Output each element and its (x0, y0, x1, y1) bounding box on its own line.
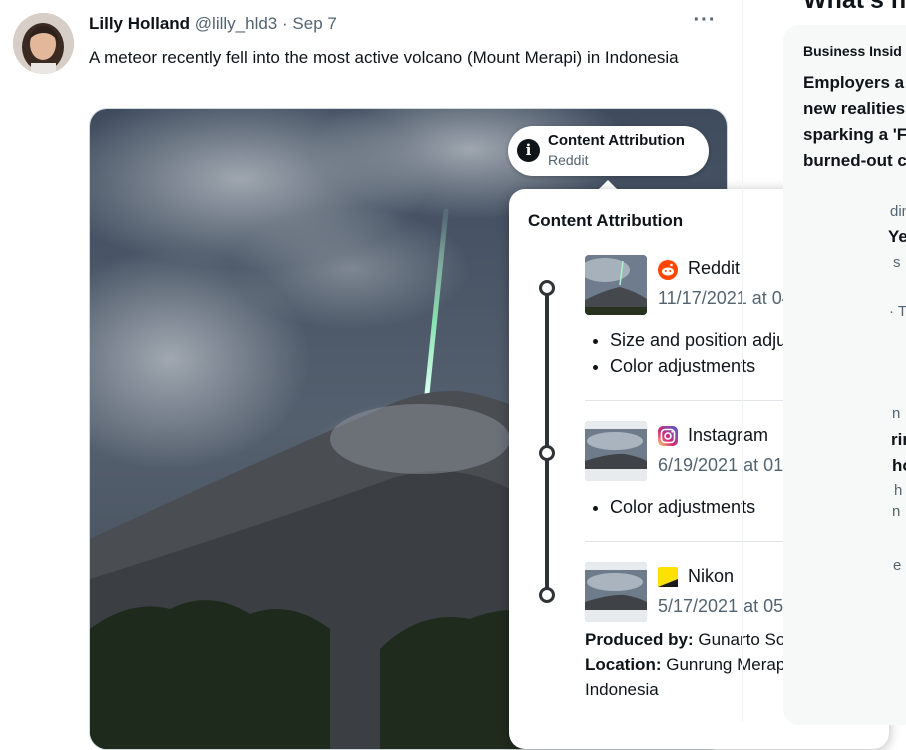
entry-source: Instagram (688, 425, 769, 445)
entry-source: Reddit (688, 258, 741, 278)
timeline-node (539, 587, 555, 603)
timeline-node (539, 280, 555, 296)
sidebar-fragment: ho (892, 456, 906, 475)
location-line2: Indonesia (585, 680, 659, 699)
produced-by: Produced by: Gunarto Song (585, 627, 804, 652)
produced-by-label: Produced by: (585, 630, 694, 649)
entry-source: Nikon (688, 566, 735, 586)
pill-source: Reddit (548, 152, 589, 168)
edit-list: Color adjustments (585, 494, 755, 520)
sidebar-fragment: s (893, 254, 901, 271)
headline-line: new realities (803, 99, 906, 118)
author-handle[interactable]: @lilly_hld3 (195, 14, 277, 33)
pill-title: Content Attribution (548, 132, 685, 149)
trends-heading: What's h (803, 0, 906, 14)
reddit-icon (658, 260, 678, 280)
news-headline[interactable]: Employers a new realities sparking a 'F … (803, 70, 906, 174)
instagram-icon (658, 426, 678, 446)
headline-line: sparking a 'F (803, 125, 906, 144)
sidebar-fragment: din (890, 203, 906, 220)
tweet-date[interactable]: Sep 7 (292, 14, 336, 33)
location-value: Gunrung Merapi, (666, 655, 794, 674)
author-avatar[interactable] (13, 13, 74, 74)
sidebar-fragment: Yel (888, 227, 906, 246)
location: Location: Gunrung Merapi, (585, 652, 794, 677)
location-label: Location: (585, 655, 662, 674)
sidebar-fragment: · Tr (889, 303, 906, 320)
edit-item: Color adjustments (610, 494, 755, 520)
header-separator: · (282, 14, 288, 33)
tweet-header: Lilly Holland @lilly_hld3 · Sep 7 (89, 14, 337, 34)
headline-line: Employers a (803, 73, 905, 92)
content-attribution-pill[interactable]: i Content Attribution Reddit (508, 126, 709, 176)
sidebar-fragment: h t (894, 482, 906, 499)
more-options-button[interactable]: ··· (690, 10, 720, 36)
popup-title: Content Attribution (528, 211, 684, 230)
entry-thumbnail[interactable] (585, 562, 647, 622)
timeline-line (545, 287, 549, 597)
nikon-icon (658, 567, 678, 587)
news-source: Business Insid (803, 43, 902, 59)
sidebar-fragment: rir (891, 430, 906, 449)
tweet-text: A meteor recently fell into the most act… (89, 48, 679, 67)
headline-line: burned-out c (803, 151, 906, 170)
sidebar-fragment: n · (892, 405, 906, 422)
author-name[interactable]: Lilly Holland (89, 14, 190, 33)
sidebar-fragment: n (892, 503, 901, 520)
entry-thumbnail[interactable] (585, 255, 647, 315)
sidebar-fragment: e (893, 557, 902, 574)
timeline-node (539, 445, 555, 461)
sidebar-divider (742, 0, 743, 722)
entry-thumbnail[interactable] (585, 421, 647, 481)
info-icon: i (517, 139, 540, 162)
